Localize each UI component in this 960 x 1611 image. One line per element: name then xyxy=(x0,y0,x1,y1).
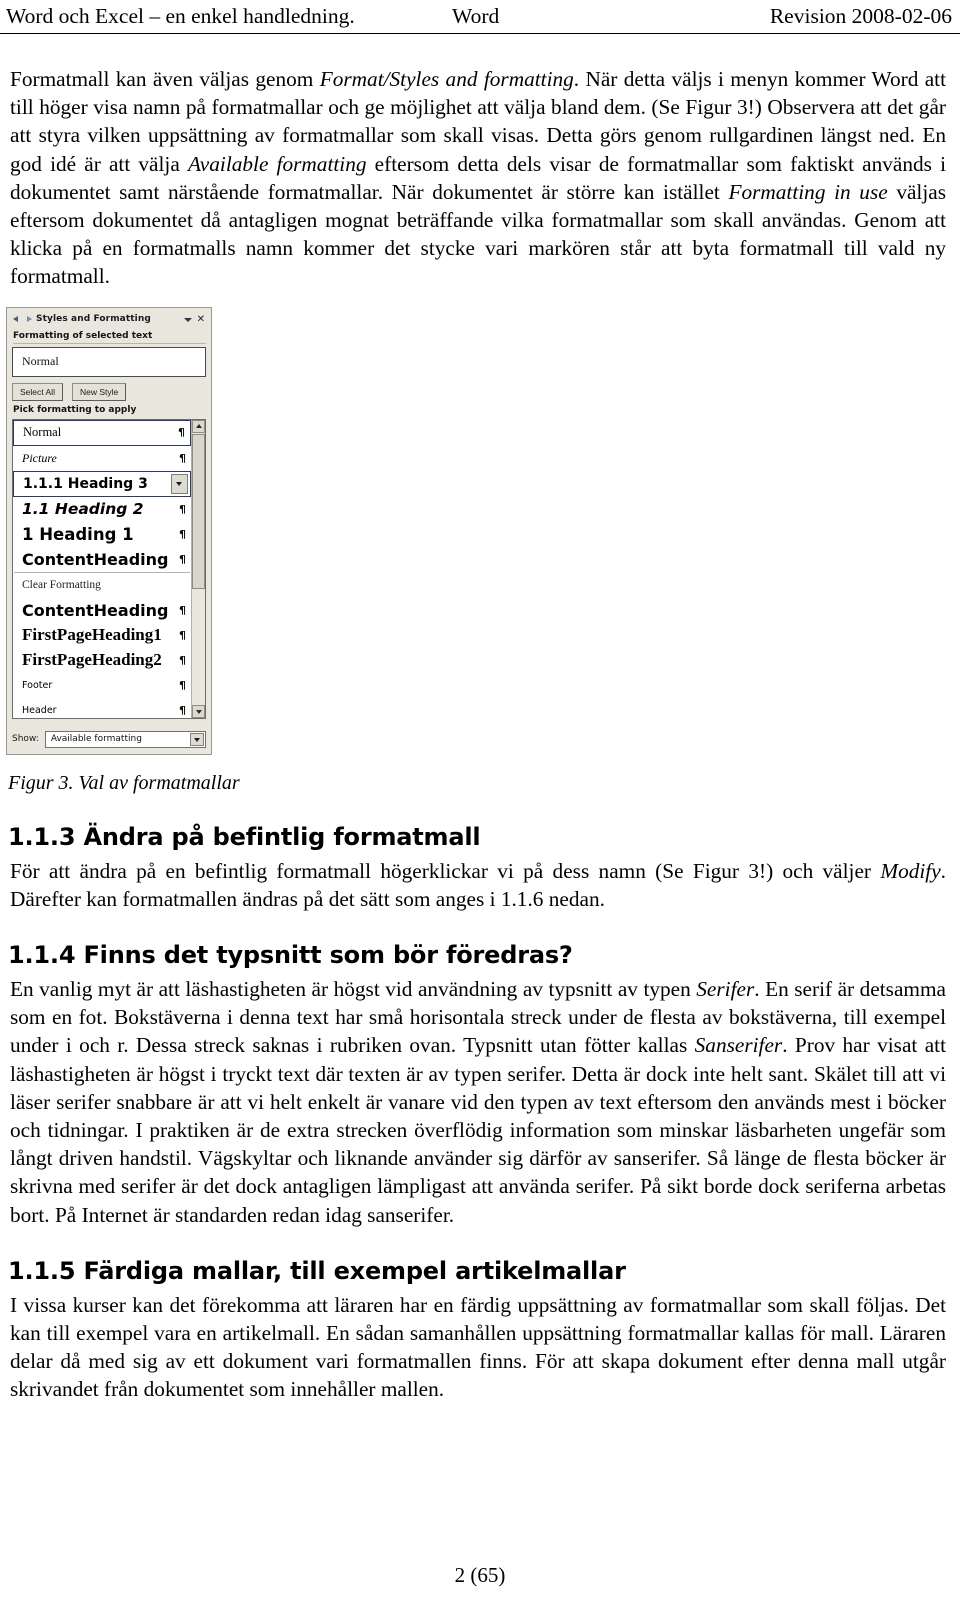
new-style-button[interactable]: New Style xyxy=(71,382,127,401)
para1-emphasis-formatting-in-use: Formatting in use xyxy=(728,179,888,204)
pane-button-row: Select All New Style xyxy=(12,382,206,401)
heading-1-1-5: 1.1.5 Färdiga mallar, till exempel artik… xyxy=(8,1256,626,1285)
style-list[interactable]: Normal ¶ Picture ¶ 1.1.1 Heading 3 1.1 H… xyxy=(12,418,206,719)
pilcrow-icon: ¶ xyxy=(179,603,186,617)
pilcrow-icon: ¶ xyxy=(179,451,186,465)
style-name: ContentHeading xyxy=(22,549,169,569)
style-list-viewport: Normal ¶ Picture ¶ 1.1.1 Heading 3 1.1 H… xyxy=(13,419,191,718)
styles-and-formatting-pane: Styles and Formatting ✕ Formatting of se… xyxy=(6,306,212,755)
style-list-item-heading-3[interactable]: 1.1.1 Heading 3 xyxy=(13,470,191,497)
show-dropdown[interactable]: Available formatting xyxy=(44,730,206,748)
select-all-button[interactable]: Select All xyxy=(12,382,63,401)
style-list-item-picture[interactable]: Picture ¶ xyxy=(13,446,191,471)
back-arrow-icon[interactable] xyxy=(12,315,21,324)
heading-1-1-4: 1.1.4 Finns det typsnitt som bör föredra… xyxy=(8,941,573,970)
style-name: ContentHeading xyxy=(22,600,169,620)
scroll-down-icon[interactable] xyxy=(192,704,205,718)
figure-caption: Figur 3. Val av formatmallar xyxy=(8,771,240,794)
pilcrow-icon: ¶ xyxy=(179,552,186,566)
heading-1-1-3: 1.1.3 Ändra på befintlig formatmall xyxy=(8,822,481,851)
style-name: Footer xyxy=(22,679,53,691)
style-name: Normal xyxy=(23,425,62,440)
para1-emphasis-format-styles: Format/Styles and formatting xyxy=(319,67,574,91)
sec113-emphasis-modify: Modify xyxy=(880,858,941,883)
pilcrow-icon: ¶ xyxy=(179,527,186,541)
pilcrow-icon: ¶ xyxy=(179,653,186,667)
header-title-center: Word xyxy=(452,4,500,28)
pane-titlebar: Styles and Formatting ✕ xyxy=(12,312,206,327)
style-list-item-firstpageheading1[interactable]: FirstPageHeading1 ¶ xyxy=(13,623,191,648)
style-dropdown-icon[interactable] xyxy=(171,473,188,494)
sec113-seg1: För att ändra på en befintlig formatmall… xyxy=(10,858,881,883)
selected-style-value: Normal xyxy=(22,354,59,369)
style-list-item-firstpageheading2[interactable]: FirstPageHeading2 ¶ xyxy=(13,648,191,673)
paragraph-1-1-3: För att ändra på en befintlig formatmall… xyxy=(0,857,960,913)
style-list-item-footer[interactable]: Footer ¶ xyxy=(13,673,191,698)
style-name: 1.1.1 Heading 3 xyxy=(23,475,148,492)
chevron-down-icon[interactable] xyxy=(184,315,193,324)
label-pick-formatting-to-apply: Pick formatting to apply xyxy=(13,404,137,415)
show-dropdown-value: Available formatting xyxy=(50,734,142,745)
style-list-item-normal[interactable]: Normal ¶ xyxy=(13,419,191,446)
selected-style-box[interactable]: Normal xyxy=(12,346,206,377)
label-formatting-of-selected-text: Formatting of selected text xyxy=(13,331,206,344)
sec114-emphasis-serifer: Serifer xyxy=(696,977,755,1002)
sec114-emphasis-sanserifer: Sanserifer xyxy=(694,1033,783,1058)
header-revision: Revision 2008-02-06 xyxy=(769,4,952,28)
figure-3-image: Styles and Formatting ✕ Formatting of se… xyxy=(0,306,960,755)
show-filter-row: Show: Available formatting xyxy=(12,730,206,748)
paragraph-1-1-5: I vissa kurser kan det förekomma att lär… xyxy=(10,1292,946,1402)
page-number: 2 (65) xyxy=(454,1563,506,1587)
header-title-left: Word och Excel – en enkel handledning. xyxy=(6,4,355,28)
running-header: Word och Excel – en enkel handledning. W… xyxy=(0,0,960,34)
pilcrow-icon: ¶ xyxy=(179,678,186,692)
chevron-down-icon[interactable] xyxy=(190,732,204,746)
sec114-seg3: . Prov har visat att läshastigheten är h… xyxy=(10,1033,946,1227)
style-name: Header xyxy=(22,704,57,716)
style-list-item-heading-1[interactable]: 1 Heading 1 ¶ xyxy=(13,522,191,547)
scroll-up-icon[interactable] xyxy=(192,419,205,433)
scrollbar-thumb[interactable] xyxy=(192,433,205,589)
paragraph-format-styles: Formatmall kan även väljas genom Format/… xyxy=(0,34,960,291)
style-list-item-contentheading-top[interactable]: ContentHeading ¶ xyxy=(13,547,191,572)
style-name: 1.1 Heading 2 xyxy=(22,500,144,519)
style-name: FirstPageHeading2 xyxy=(22,650,162,670)
style-list-item-heading-2[interactable]: 1.1 Heading 2 ¶ xyxy=(13,497,191,522)
style-name: FirstPageHeading1 xyxy=(22,625,162,645)
paragraph-1-1-4: En vanlig myt är att läshastigheten är h… xyxy=(0,975,960,1229)
page-content: Formatmall kan även väljas genom Format/… xyxy=(0,34,960,1404)
style-name: 1 Heading 1 xyxy=(22,524,134,544)
sec114-seg1: En vanlig myt är att läshastigheten är h… xyxy=(10,977,697,1002)
style-list-item-clear-formatting[interactable]: Clear Formatting xyxy=(13,573,191,598)
para1-emphasis-available-formatting: Available formatting xyxy=(187,151,367,176)
style-name: Picture xyxy=(22,450,57,465)
style-list-scrollbar[interactable] xyxy=(191,419,205,718)
pilcrow-icon: ¶ xyxy=(179,628,186,642)
pilcrow-icon: ¶ xyxy=(179,502,186,516)
show-label: Show: xyxy=(12,734,39,745)
style-name: Clear Formatting xyxy=(22,579,101,592)
style-list-item-header[interactable]: Header ¶ xyxy=(13,698,191,718)
pilcrow-icon: ¶ xyxy=(178,426,185,440)
pilcrow-icon: ¶ xyxy=(179,703,186,717)
pane-title: Styles and Formatting xyxy=(36,314,151,325)
style-list-item-contentheading[interactable]: ContentHeading ¶ xyxy=(13,598,191,623)
close-icon[interactable]: ✕ xyxy=(196,314,206,324)
para1-seg1: Formatmall kan även väljas genom xyxy=(10,67,320,91)
forward-arrow-icon[interactable] xyxy=(24,315,33,324)
